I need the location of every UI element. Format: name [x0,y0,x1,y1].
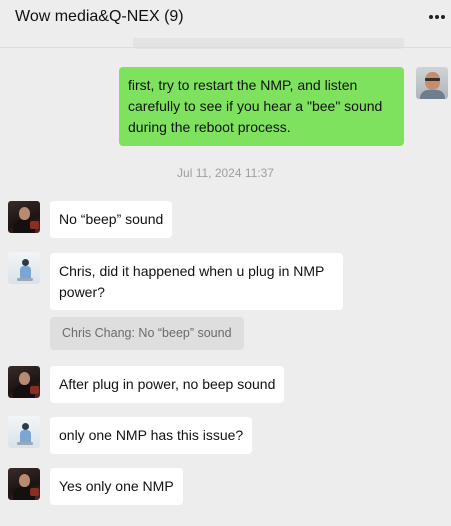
chat-header: Wow media&Q-NEX (9) [0,0,451,36]
message-line: power? [59,284,105,300]
my-message-bubble[interactable]: first, try to restart the NMP, and liste… [119,67,404,146]
header-divider [0,47,451,48]
my-avatar[interactable] [416,67,448,99]
message-line: carefully to see if you hear a "bee" sou… [128,98,383,114]
their-message-bubble[interactable]: Yes only one NMP [50,468,183,505]
sender-avatar[interactable] [8,252,40,284]
message-line: first, try to restart the NMP, and liste… [128,77,358,93]
message-text: only one NMP has this issue? [59,427,244,443]
their-message-bubble[interactable]: only one NMP has this issue? [50,417,253,454]
sender-avatar[interactable] [8,366,40,398]
sender-avatar[interactable] [8,416,40,448]
message-line: during the reboot process. [128,119,291,135]
message-line: Chris, did it happened when u plug in NM… [59,263,325,279]
message-text: After plug in power, no beep sound [59,376,276,392]
their-message-bubble[interactable]: Chris, did it happened when u plug in NM… [50,253,343,310]
their-message-bubble[interactable]: After plug in power, no beep sound [50,366,285,403]
message-text: No “beep” sound [59,211,164,227]
quoted-reply[interactable]: Chris Chang: No “beep” sound [50,317,244,350]
message-text: Yes only one NMP [59,478,174,494]
message-timestamp: Jul 11, 2024 11:37 [177,166,274,180]
chat-title: Wow media&Q-NEX (9) [15,8,184,25]
their-message-bubble[interactable]: No “beep” sound [50,201,173,238]
sender-avatar[interactable] [8,201,40,233]
more-options-icon[interactable] [425,8,449,26]
sender-avatar[interactable] [8,468,40,500]
